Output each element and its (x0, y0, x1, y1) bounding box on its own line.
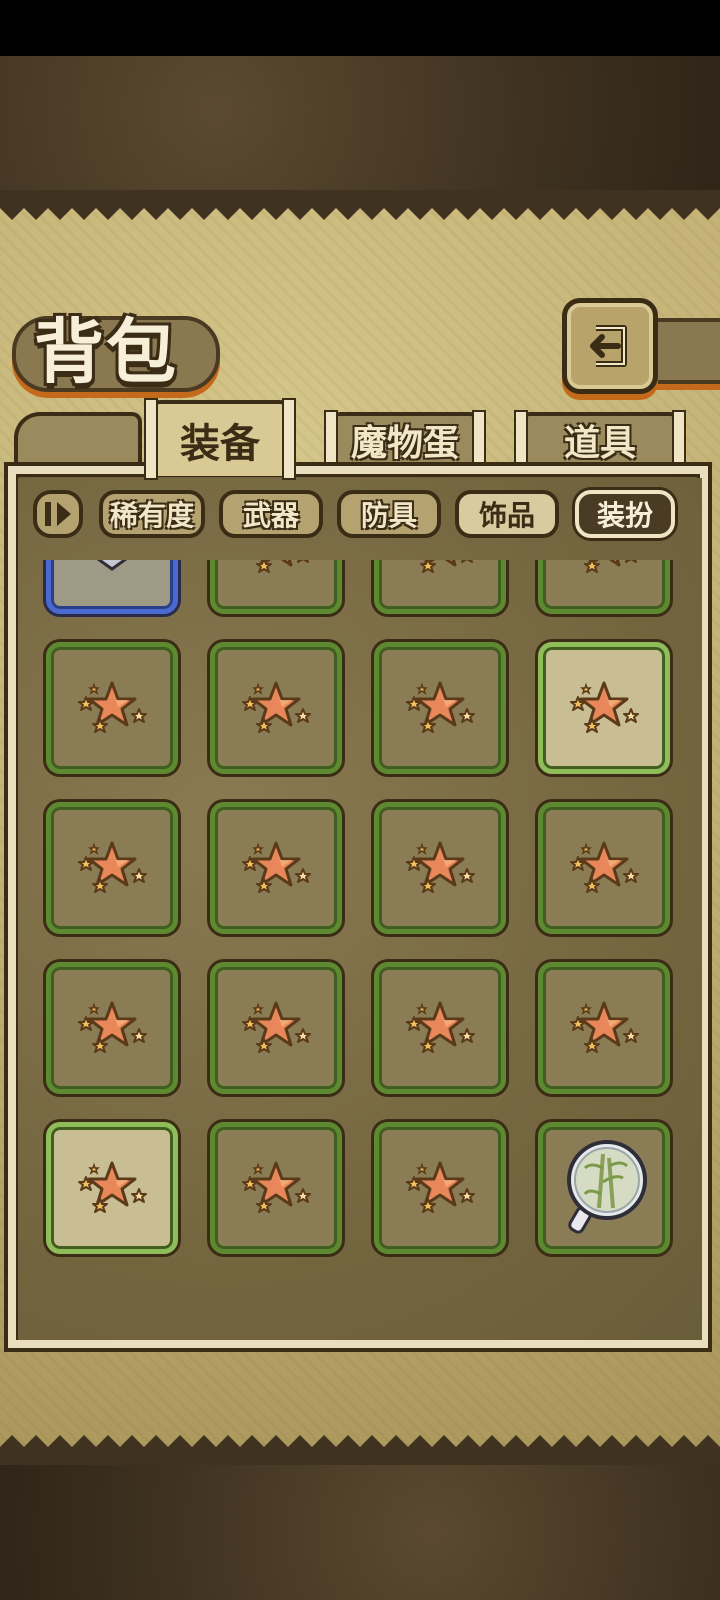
inventory-slot[interactable] (374, 560, 506, 614)
stars-icon (77, 1001, 148, 1054)
filter-rarity[interactable]: 稀有度 (99, 490, 205, 538)
inventory-slot[interactable] (210, 642, 342, 774)
filter-costume[interactable]: 装扮 (575, 490, 675, 538)
stars-icon (77, 681, 148, 734)
stars-icon (569, 1001, 640, 1054)
tab-items[interactable]: 道具 (514, 410, 686, 468)
page-title: 背包 (34, 310, 178, 393)
inventory-slot[interactable] (538, 642, 670, 774)
inventory-grid (18, 560, 702, 1335)
inventory-slot[interactable] (538, 1122, 670, 1254)
inventory-slot[interactable] (210, 802, 342, 934)
stars-icon (569, 841, 640, 894)
inventory-slot[interactable] (46, 560, 178, 614)
tab-label: 装备 (180, 421, 260, 467)
inventory-slot[interactable] (374, 642, 506, 774)
stars-icon (569, 681, 640, 734)
stars-icon (77, 841, 148, 894)
stars-icon (77, 1161, 148, 1214)
bat-helmet-icon (96, 560, 128, 571)
stars-icon (241, 1161, 312, 1214)
stars-icon (405, 841, 476, 894)
pause-play-icon (45, 502, 51, 526)
stars-icon (241, 841, 312, 894)
inventory-slot[interactable] (46, 1122, 178, 1254)
tab-post (324, 410, 338, 468)
tab-post (514, 410, 528, 468)
stars-icon (405, 681, 476, 734)
tab-monster-egg[interactable]: 魔物蛋 (324, 410, 486, 468)
inventory-slot[interactable] (374, 802, 506, 934)
filter-weapon[interactable]: 武器 (219, 490, 323, 538)
stars-icon (241, 560, 312, 574)
tab-label: 道具 (563, 423, 636, 464)
tab-post (472, 410, 486, 468)
inventory-slot[interactable] (46, 962, 178, 1094)
inventory-slot[interactable] (538, 962, 670, 1094)
tab-bar-edge (14, 412, 142, 466)
tab-post (672, 410, 686, 468)
tab-post (144, 398, 158, 480)
inventory-slot[interactable] (210, 1122, 342, 1254)
bamboo-mirror-icon (567, 1140, 647, 1234)
return-arrow-icon (590, 325, 627, 367)
zigzag-edge-bottom (0, 1435, 720, 1465)
stars-icon (241, 1001, 312, 1054)
inventory-slot[interactable] (538, 560, 670, 614)
stars-icon (405, 1001, 476, 1054)
stars-icon (405, 1161, 476, 1214)
inventory-slot[interactable] (538, 802, 670, 934)
stars-icon (569, 560, 640, 574)
pause-play-icon (57, 502, 71, 526)
tab-equipment[interactable]: 装备 (144, 398, 296, 480)
map-background-bottom (0, 1465, 720, 1600)
inventory-slot[interactable] (46, 642, 178, 774)
inventory-slot[interactable] (374, 1122, 506, 1254)
tab-label: 魔物蛋 (350, 423, 459, 464)
zigzag-edge-top (0, 190, 720, 220)
filter-accessory[interactable]: 饰品 (455, 490, 559, 538)
back-button[interactable] (562, 298, 658, 394)
status-bar (0, 0, 720, 56)
inventory-slot[interactable] (210, 560, 342, 614)
filter-armor[interactable]: 防具 (337, 490, 441, 538)
stars-icon (241, 681, 312, 734)
inventory-slot[interactable] (46, 802, 178, 934)
inventory-slot[interactable] (374, 962, 506, 1094)
sort-toggle-button[interactable] (33, 490, 83, 538)
stars-icon (405, 560, 476, 574)
tab-post (282, 398, 296, 480)
inventory-slot[interactable] (210, 962, 342, 1094)
map-background-top (0, 56, 720, 191)
